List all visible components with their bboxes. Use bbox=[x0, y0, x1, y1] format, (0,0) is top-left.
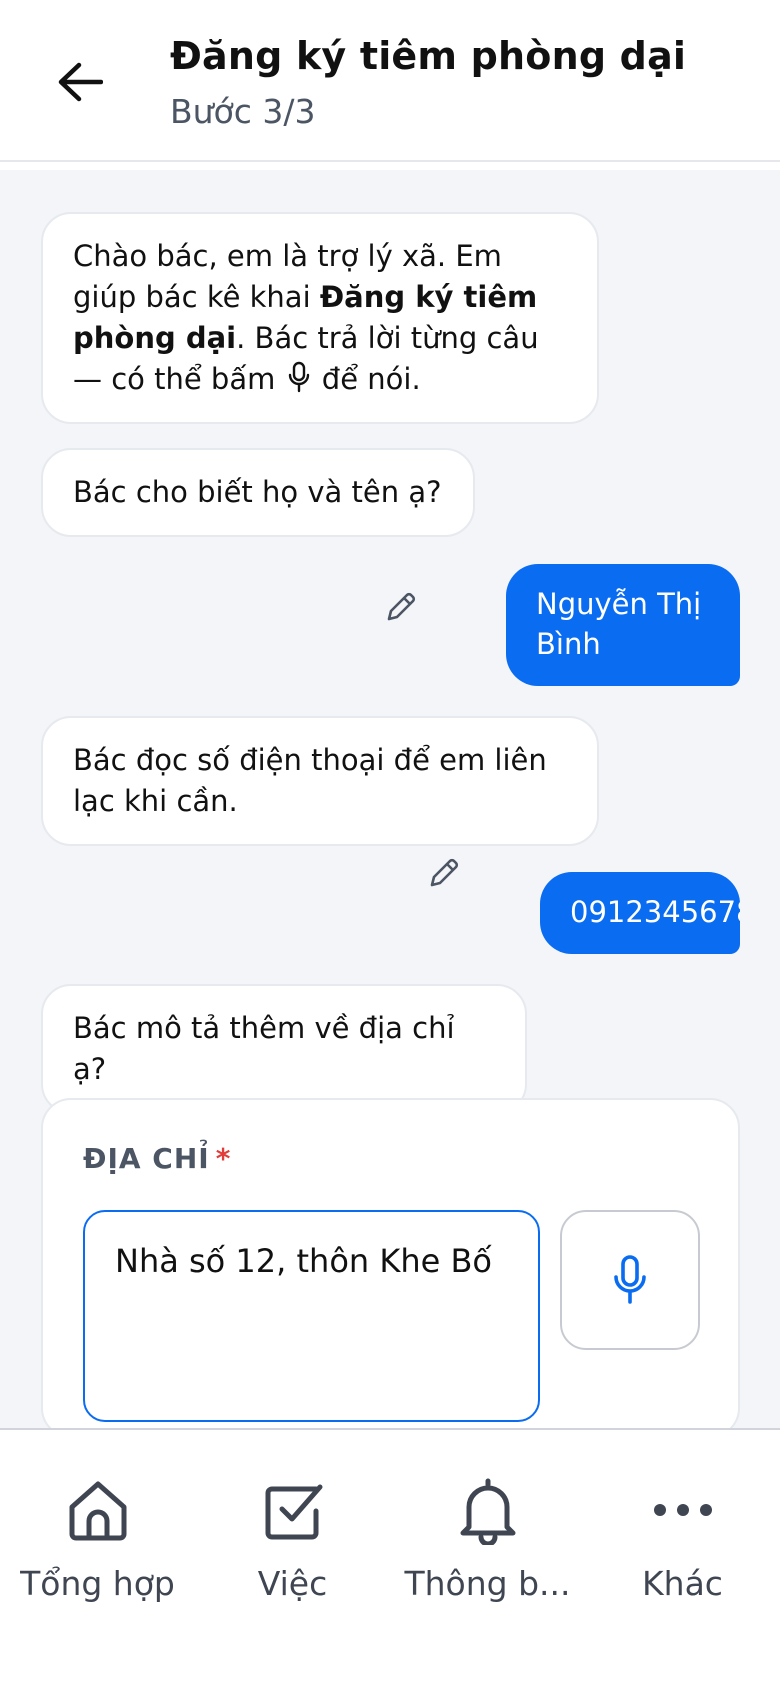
nav-item-notifications[interactable]: Thông b... bbox=[390, 1470, 585, 1620]
user-message-name: Nguyễn Thị Bình bbox=[506, 564, 740, 686]
required-mark: * bbox=[215, 1142, 232, 1175]
bot-message-phone-question: Bác đọc số điện thoại để em liên lạc khi… bbox=[41, 716, 599, 846]
app-root: Đăng ký tiêm phòng dại Bước 3/3 Chào bác… bbox=[0, 0, 780, 1688]
nav-label: Thông b... bbox=[404, 1564, 571, 1603]
address-field-card: ĐỊA CHỈ * bbox=[41, 1098, 740, 1438]
edit-name-button[interactable] bbox=[374, 582, 426, 634]
bot-message-name-question: Bác cho biết họ và tên ạ? bbox=[41, 448, 475, 537]
bottom-nav: Tổng hợp Việc Thông b... Khác bbox=[0, 1428, 780, 1688]
intro-text-3: để nói. bbox=[312, 362, 421, 396]
chat-area[interactable]: Chào bác, em là trợ lý xã. Em giúp bác k… bbox=[0, 170, 780, 1438]
nav-item-tasks[interactable]: Việc bbox=[195, 1470, 390, 1620]
nav-item-more[interactable]: Khác bbox=[585, 1470, 780, 1620]
nav-label: Khác bbox=[642, 1564, 723, 1603]
question-text: Bác đọc số điện thoại để em liên lạc khi… bbox=[73, 743, 547, 818]
microphone-icon bbox=[288, 361, 309, 393]
checkbox-icon bbox=[265, 1484, 322, 1540]
nav-label: Tổng hợp bbox=[20, 1564, 175, 1603]
step-indicator: Bước 3/3 bbox=[170, 92, 316, 131]
bell-icon bbox=[460, 1478, 515, 1545]
more-icon bbox=[653, 1504, 712, 1516]
address-input[interactable] bbox=[83, 1210, 540, 1422]
bot-message-intro: Chào bác, em là trợ lý xã. Em giúp bác k… bbox=[41, 212, 599, 424]
field-label-text: ĐỊA CHỈ bbox=[83, 1142, 210, 1175]
user-message-phone: 0912345678 bbox=[540, 872, 740, 954]
address-field-label: ĐỊA CHỈ * bbox=[83, 1142, 231, 1175]
nav-label: Việc bbox=[257, 1564, 328, 1603]
back-button[interactable] bbox=[48, 50, 112, 114]
arrow-left-icon bbox=[58, 62, 103, 102]
question-text: Bác mô tả thêm về địa chỉ ạ? bbox=[73, 1011, 455, 1086]
voice-input-button[interactable] bbox=[560, 1210, 700, 1350]
home-icon bbox=[69, 1481, 126, 1541]
bot-message-address-question: Bác mô tả thêm về địa chỉ ạ? bbox=[41, 984, 527, 1114]
answer-text: 0912345678 bbox=[570, 895, 740, 929]
microphone-icon bbox=[614, 1255, 646, 1304]
answer-text: Nguyễn Thị Bình bbox=[536, 587, 702, 661]
question-text: Bác cho biết họ và tên ạ? bbox=[73, 475, 442, 509]
page-title: Đăng ký tiêm phòng dại bbox=[170, 34, 687, 78]
header: Đăng ký tiêm phòng dại Bước 3/3 bbox=[0, 0, 780, 162]
pencil-icon bbox=[430, 858, 459, 887]
nav-item-overview[interactable]: Tổng hợp bbox=[0, 1470, 195, 1620]
pencil-icon bbox=[387, 592, 416, 621]
edit-phone-button[interactable] bbox=[417, 848, 469, 900]
